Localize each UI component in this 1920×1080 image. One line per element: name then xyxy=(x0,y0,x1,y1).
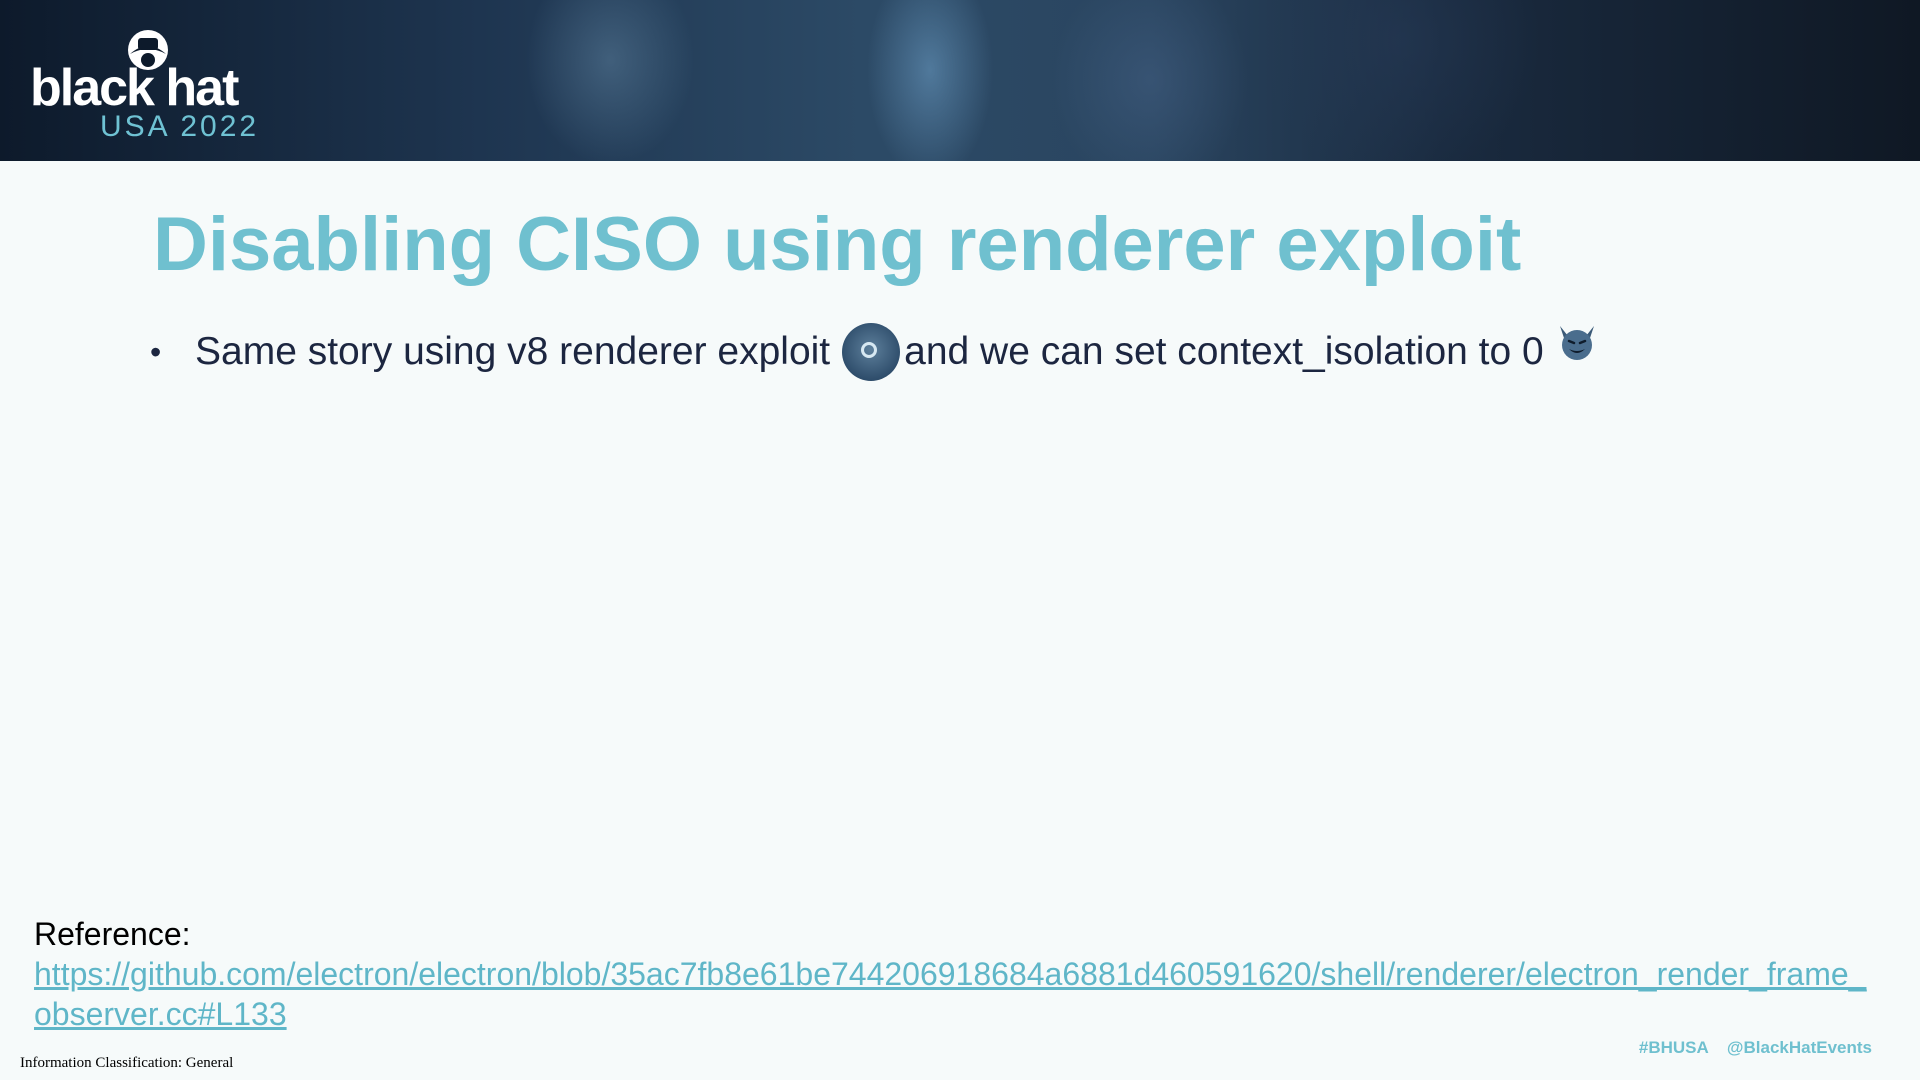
bullet-text-before: Same story using v8 renderer exploit xyxy=(195,330,831,373)
bullet-text-after: and we can set context_isolation to 0 xyxy=(904,330,1544,373)
smiling-devil-icon xyxy=(1559,326,1594,360)
reference-link[interactable]: https://github.com/electron/electron/blo… xyxy=(34,954,1874,1034)
handle-label: @BlackHatEvents xyxy=(1726,1038,1872,1057)
logo-wordmark: black hat xyxy=(30,59,239,117)
logo-event: USA 2022 xyxy=(100,110,260,143)
reference-label: Reference: xyxy=(34,916,191,952)
footer-tags: #BHUSA @BlackHatEvents xyxy=(1625,1038,1872,1058)
hashtag-label: #BHUSA xyxy=(1638,1038,1709,1057)
classification-label: Information Classification: General xyxy=(20,1055,234,1071)
bullet-item: • Same story using v8 renderer exploit a… xyxy=(150,320,1598,384)
header-banner: black hat USA 2022 xyxy=(0,0,1920,161)
record-button-icon xyxy=(842,323,901,381)
blackhat-logo: black hat USA 2022 xyxy=(30,24,300,143)
slide-title: Disabling CISO using renderer exploit xyxy=(153,202,1522,287)
bullet-dot: • xyxy=(150,333,162,370)
